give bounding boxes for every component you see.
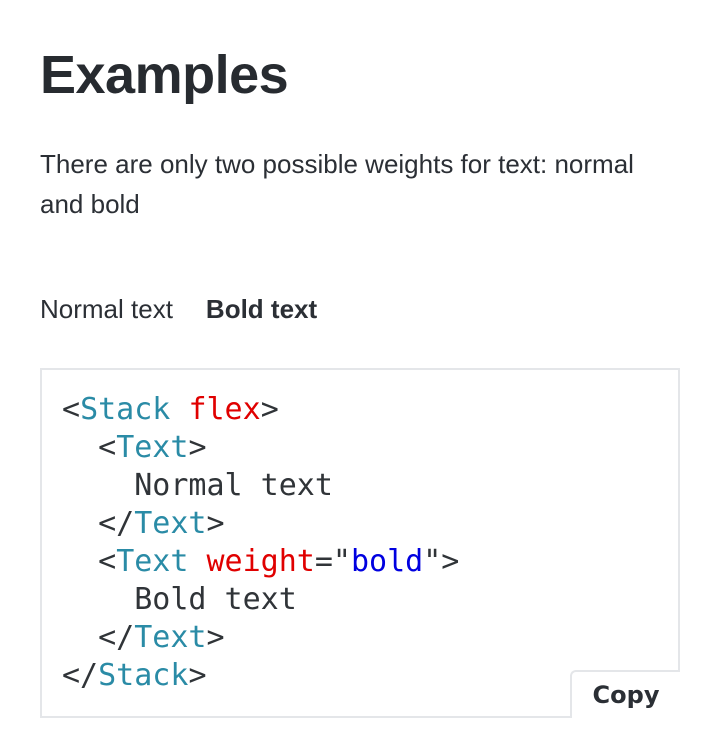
example-preview: Normal text Bold text (40, 290, 317, 328)
code-token: =" (314, 544, 351, 579)
code-string-token: bold (351, 544, 424, 579)
code-line: <Stack flex> (62, 391, 459, 429)
code-line: Normal text (62, 467, 459, 505)
description-text: There are only two possible weights for … (40, 149, 634, 219)
bold-text-sample: Bold text (205, 294, 318, 324)
code-token: Bold text (62, 582, 297, 617)
normal-text-sample: Normal text (40, 294, 173, 324)
code-token: </ (62, 658, 99, 693)
code-token: < (62, 544, 117, 579)
code-tag-token: Text (116, 544, 189, 579)
page-title: Examples (40, 45, 289, 105)
code-tag-token: Text (134, 506, 207, 541)
code-token: > (206, 506, 225, 541)
code-token: < (62, 392, 81, 427)
code-attribute-token: weight (206, 544, 315, 579)
code-tag-token: Text (134, 620, 207, 655)
code-token: "> (423, 544, 460, 579)
code-token: > (206, 620, 225, 655)
copy-button[interactable]: Copy (570, 670, 680, 718)
code-tag-token: Stack (80, 392, 171, 427)
code-token: > (188, 430, 207, 465)
code-token: </ (62, 620, 135, 655)
code-tag-token: Text (116, 430, 189, 465)
code-line: <Text> (62, 429, 459, 467)
code-token: > (260, 392, 279, 427)
code-line: Bold text (62, 581, 459, 619)
code-token: </ (62, 506, 135, 541)
code-listing: <Stack flex> <Text> Normal text </Text> … (62, 391, 459, 695)
code-block: <Stack flex> <Text> Normal text </Text> … (40, 368, 680, 718)
code-line: <Text weight="bold"> (62, 543, 459, 581)
code-line: </Text> (62, 505, 459, 543)
code-token: > (188, 658, 207, 693)
code-attribute-token: flex (188, 392, 261, 427)
code-line: </Text> (62, 619, 459, 657)
code-line: </Stack> (62, 657, 459, 695)
code-token: Normal text (62, 468, 333, 503)
code-token: < (62, 430, 117, 465)
code-tag-token: Stack (98, 658, 189, 693)
